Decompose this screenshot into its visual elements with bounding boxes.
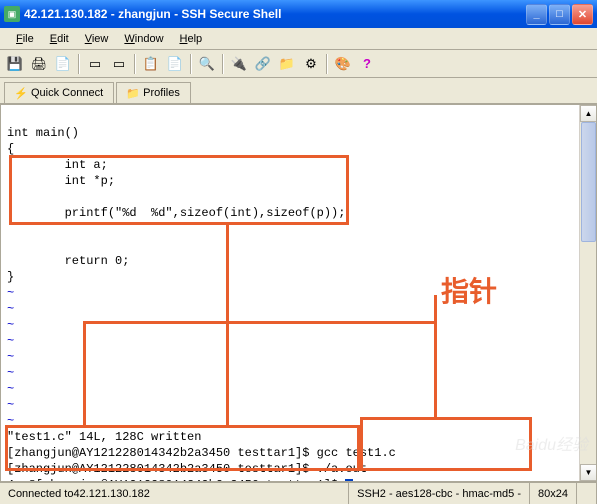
preview-icon[interactable]: 📄: [52, 53, 74, 75]
code-line: int *p;: [7, 174, 115, 188]
terminal-line: [zhangjun@AY121228014342b2a3450 testtar1…: [7, 446, 396, 460]
settings-icon[interactable]: ⚙: [300, 53, 322, 75]
status-grip: [577, 483, 597, 504]
terminal-line: [zhangjun@AY121228014342b2a3450 testtar1…: [7, 462, 367, 476]
code-line: return 0;: [7, 254, 129, 268]
separator: [326, 54, 328, 74]
menu-view[interactable]: View: [77, 31, 117, 47]
menu-edit[interactable]: Edit: [42, 31, 77, 47]
code-line: printf("%d %d",sizeof(int),sizeof(p));: [7, 206, 345, 220]
status-connection: SSH2 - aes128-cbc - hmac-md5 -: [349, 483, 530, 504]
separator: [134, 54, 136, 74]
help-icon[interactable]: ?: [356, 53, 378, 75]
separator: [222, 54, 224, 74]
terminal-line: "test1.c" 14L, 128C written: [7, 430, 201, 444]
vim-tilde: ~: [7, 366, 14, 380]
window-controls: _ □ ✕: [526, 4, 593, 25]
close-button[interactable]: ✕: [572, 4, 593, 25]
app-icon: ▣: [4, 6, 20, 22]
terminal-area[interactable]: int main() { int a; int *p; printf("%d %…: [0, 104, 597, 482]
scroll-track[interactable]: [580, 122, 596, 464]
minimize-button[interactable]: _: [526, 4, 547, 25]
code-line: {: [7, 142, 14, 156]
vim-tilde: ~: [7, 286, 14, 300]
menubar: File Edit View Window Help: [0, 28, 597, 50]
vim-tilde: ~: [7, 318, 14, 332]
toolbar: 💾 🖨 📄 ▭ ▭ 📋 📄 🔍 🔌 🔗 📁 ⚙ 🎨 ?: [0, 50, 597, 78]
vim-tilde: ~: [7, 382, 14, 396]
terminal-content[interactable]: int main() { int a; int *p; printf("%d %…: [1, 105, 596, 482]
save-icon[interactable]: 💾: [4, 53, 26, 75]
vim-tilde: ~: [7, 302, 14, 316]
separator: [78, 54, 80, 74]
tab-label: Quick Connect: [31, 87, 103, 99]
paste-icon[interactable]: 📄: [164, 53, 186, 75]
profiles-icon[interactable]: 📁: [276, 53, 298, 75]
lightning-icon: ⚡: [15, 87, 27, 99]
vertical-scrollbar[interactable]: ▲ ▼: [579, 105, 596, 481]
profiles-tab[interactable]: 📁 Profiles: [116, 82, 191, 103]
print-icon[interactable]: 🖨: [28, 53, 50, 75]
code-line: int a;: [7, 158, 108, 172]
terminal-line: 4 8[zhangjun@AY121228014342b2a3450 testt…: [7, 478, 345, 482]
quick-connect-tab[interactable]: ⚡ Quick Connect: [4, 82, 114, 103]
scroll-down-button[interactable]: ▼: [580, 464, 597, 481]
vim-tilde: ~: [7, 350, 14, 364]
window-title: 42.121.130.182 - zhangjun - SSH Secure S…: [24, 7, 526, 21]
vim-tilde: ~: [7, 414, 14, 428]
watermark: Baidu经验: [515, 431, 588, 455]
vim-tilde: ~: [7, 334, 14, 348]
menu-file[interactable]: File: [8, 31, 42, 47]
code-line: }: [7, 270, 14, 284]
cursor: [345, 479, 353, 482]
vim-tilde: ~: [7, 398, 14, 412]
tab-label: Profiles: [143, 87, 180, 99]
statusbar: Connected to 42.121.130.182 SSH2 - aes12…: [0, 482, 597, 504]
scroll-thumb[interactable]: [581, 122, 596, 242]
folder-icon: 📁: [127, 87, 139, 99]
titlebar: ▣ 42.121.130.182 - zhangjun - SSH Secure…: [0, 0, 597, 28]
connect-icon[interactable]: 🔗: [252, 53, 274, 75]
status-host: Connected to 42.121.130.182: [0, 483, 349, 504]
scroll-up-button[interactable]: ▲: [580, 105, 597, 122]
menu-window[interactable]: Window: [116, 31, 171, 47]
maximize-button[interactable]: □: [549, 4, 570, 25]
code-line: int main(): [7, 126, 79, 140]
disconnect-icon[interactable]: 🔌: [228, 53, 250, 75]
separator: [190, 54, 192, 74]
new-terminal-icon[interactable]: ▭: [84, 53, 106, 75]
status-size: 80x24: [530, 483, 577, 504]
new-file-icon[interactable]: ▭: [108, 53, 130, 75]
colors-icon[interactable]: 🎨: [332, 53, 354, 75]
find-icon[interactable]: 🔍: [196, 53, 218, 75]
tab-bar: ⚡ Quick Connect 📁 Profiles: [0, 78, 597, 104]
menu-help[interactable]: Help: [172, 31, 211, 47]
copy-icon[interactable]: 📋: [140, 53, 162, 75]
